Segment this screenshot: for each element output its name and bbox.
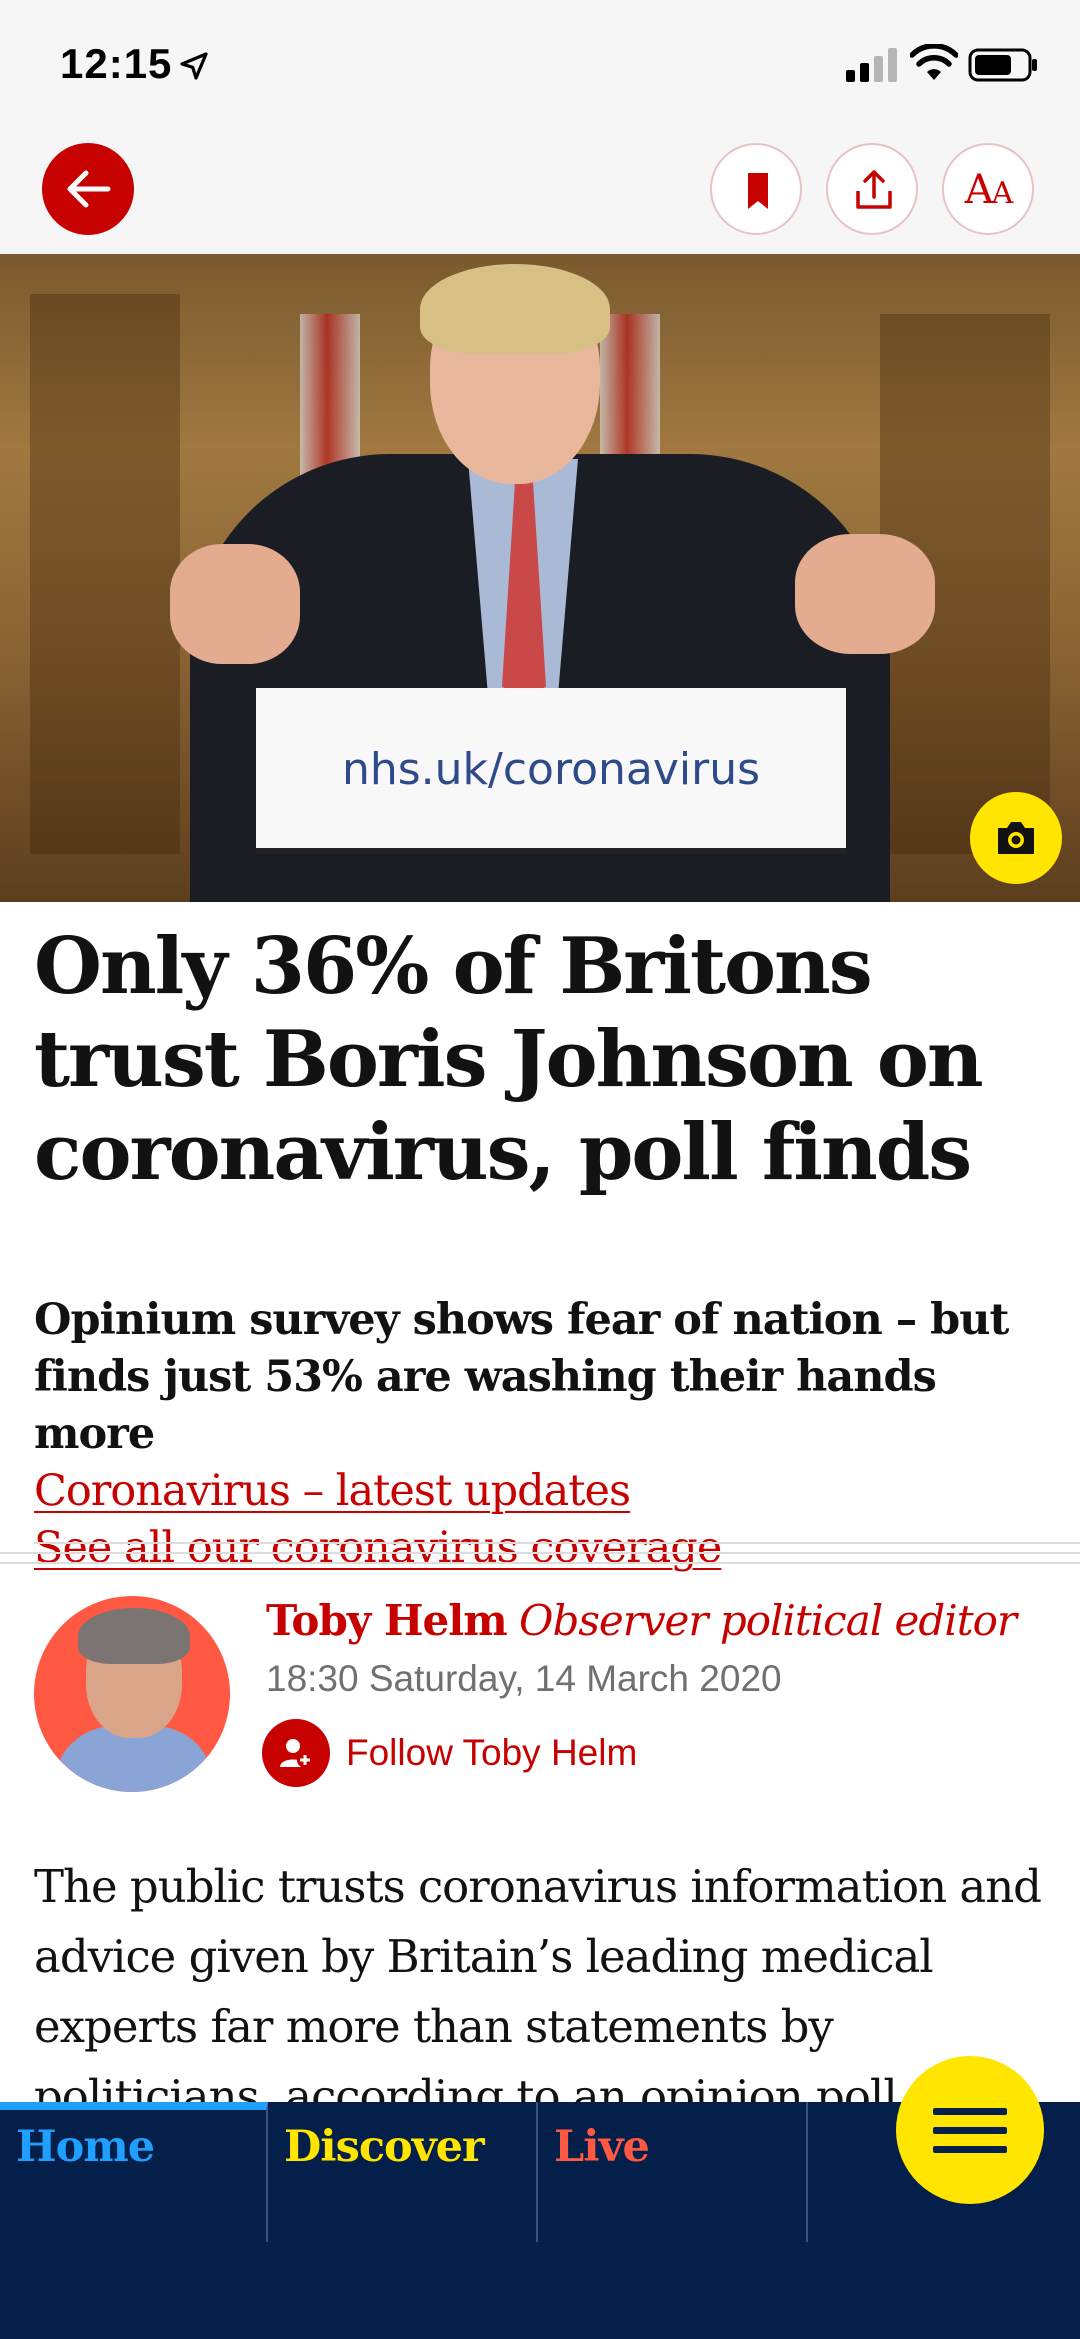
article-headline: Only 36% of Britons trust Boris Johnson …: [34, 921, 984, 1198]
tab-discover[interactable]: Discover: [268, 2102, 538, 2242]
background-panel: [30, 294, 180, 854]
add-user-icon: [262, 1719, 330, 1787]
podium: nhs.uk/coronavirus: [256, 688, 846, 848]
link-coronavirus-latest-updates[interactable]: Coronavirus – latest updates: [34, 1463, 1054, 1520]
status-bar: 12:15: [0, 0, 1080, 130]
hero-image: nhs.uk/coronavirus: [0, 254, 1080, 902]
article-toolbar: AA: [0, 130, 1080, 254]
follow-author-button[interactable]: Follow Toby Helm: [262, 1718, 637, 1788]
standfirst-text: Opinium survey shows fear of nation – bu…: [34, 1295, 1009, 1459]
arrow-left-icon: [67, 170, 111, 208]
bookmark-icon: [748, 173, 768, 209]
divider: [0, 1562, 1080, 1564]
link-all-coronavirus-coverage[interactable]: See all our coronavirus coverage: [34, 1520, 1054, 1577]
signal-icon: [846, 48, 897, 82]
publish-date: 18:30 Saturday, 14 March 2020: [266, 1658, 782, 1699]
speaker-hand-right: [795, 534, 935, 654]
article-standfirst: Opinium survey shows fear of nation – bu…: [34, 1292, 1054, 1577]
menu-icon: [933, 2108, 1007, 2115]
share-icon: [856, 170, 892, 209]
author-name: Toby Helm: [266, 1596, 508, 1645]
share-button[interactable]: [826, 143, 918, 235]
bookmark-button[interactable]: [710, 143, 802, 235]
tab-live-label: Live: [554, 2122, 650, 2172]
follow-label: Follow Toby Helm: [346, 1732, 638, 1773]
divider: [0, 1552, 1080, 1554]
tab-discover-label: Discover: [284, 2122, 485, 2172]
text-size-button[interactable]: AA: [942, 143, 1034, 235]
back-button[interactable]: [42, 143, 134, 235]
tab-home-label: Home: [16, 2122, 155, 2172]
image-caption-button[interactable]: [970, 792, 1062, 884]
text-size-icon: AA: [964, 167, 1014, 213]
speaker-hand-left: [170, 544, 300, 664]
podium-sign-text: nhs.uk/coronavirus: [341, 744, 761, 795]
status-time: 12:15: [60, 40, 173, 87]
camera-icon: [998, 822, 1034, 854]
wifi-icon: [910, 44, 958, 80]
location-arrow-icon: [180, 52, 208, 80]
tab-home[interactable]: Home: [0, 2102, 268, 2242]
author-byline[interactable]: Toby Helm Observer political editor: [266, 1593, 1066, 1649]
article-body: The public trusts coronavirus informatio…: [34, 1860, 1042, 2104]
tab-live[interactable]: Live: [538, 2102, 808, 2242]
author-role: Observer political editor: [519, 1596, 1017, 1645]
menu-button[interactable]: [896, 2056, 1044, 2204]
speaker-hair: [420, 264, 610, 354]
author-avatar[interactable]: [34, 1596, 230, 1792]
divider: [34, 1542, 1080, 1544]
battery-icon: [968, 48, 1037, 82]
